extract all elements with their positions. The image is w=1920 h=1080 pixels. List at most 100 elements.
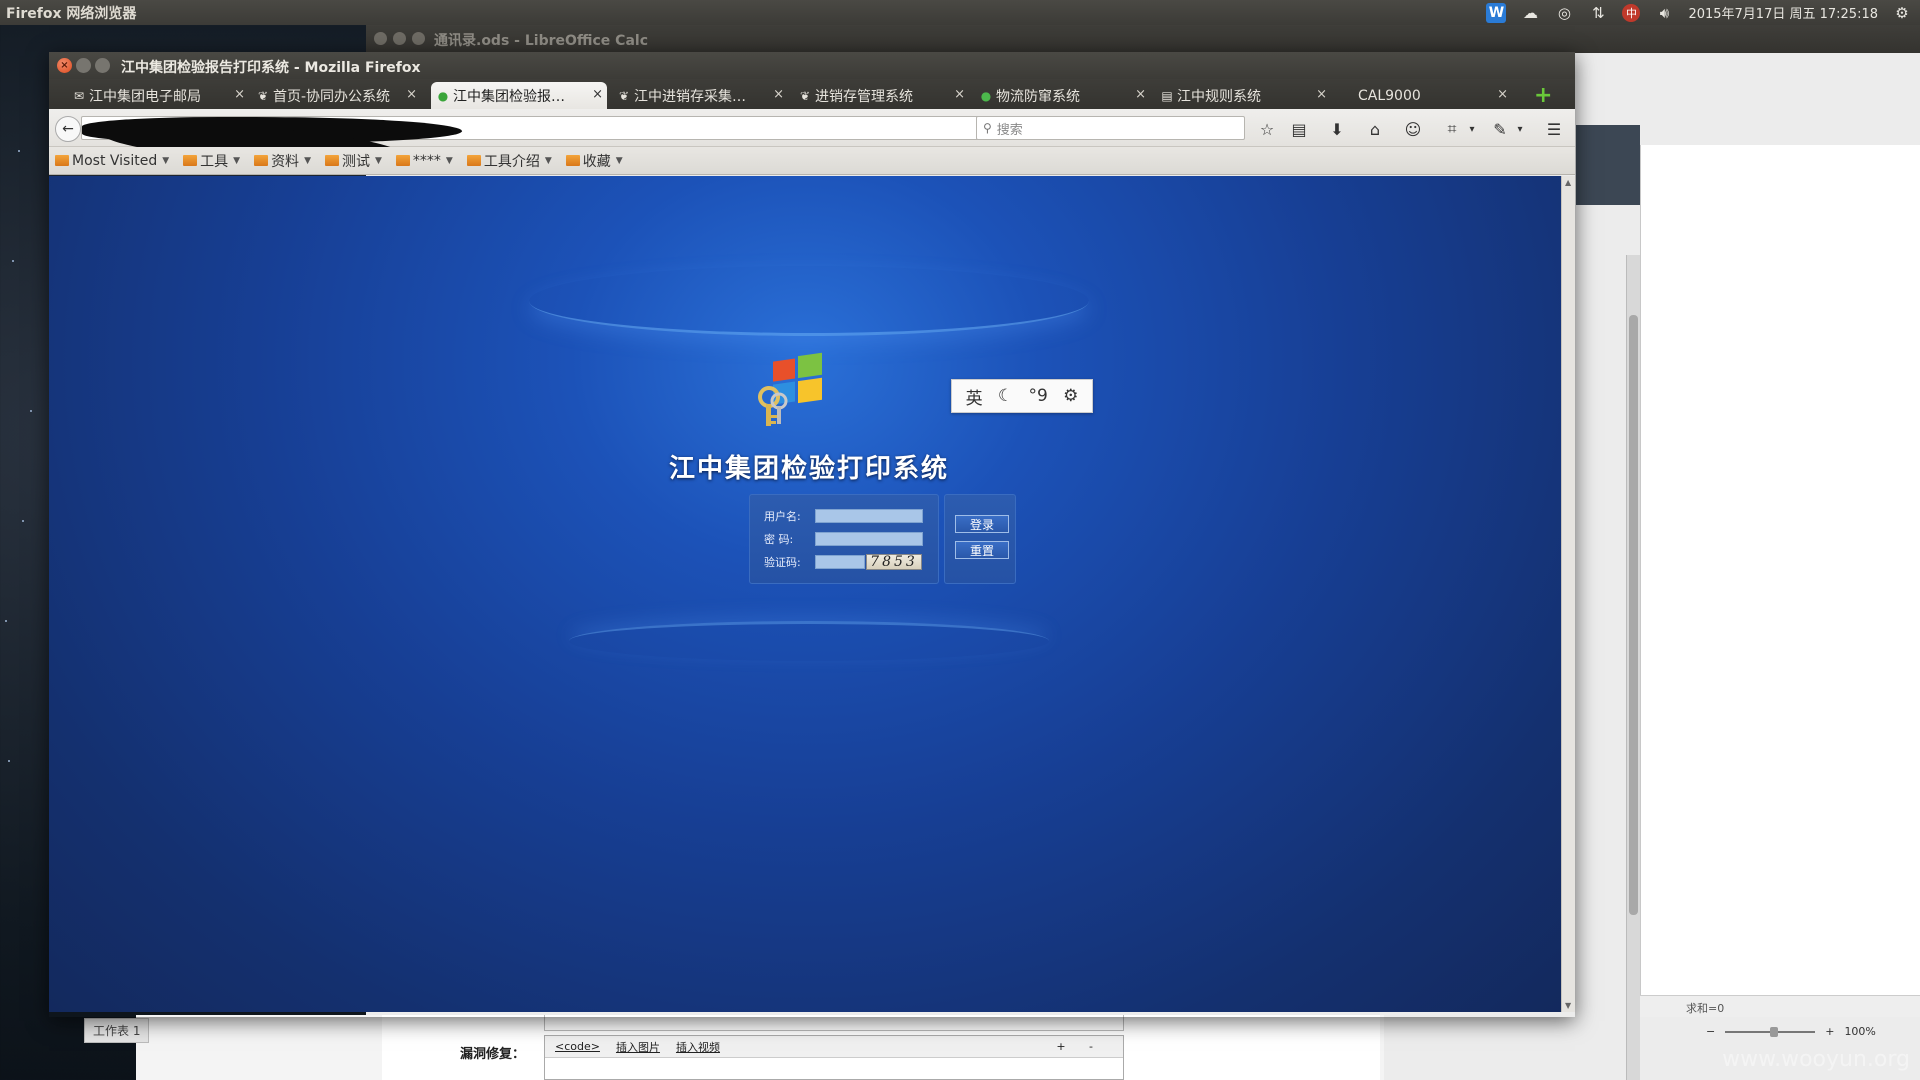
network-icon[interactable]: ☁ xyxy=(1520,3,1540,23)
navigation-toolbar: ▾ ↻ ← ⚲ 搜索 ☆ ▤ ⬇ ⌂ ☺ ⌗ ▾ ✎ ▾ ☰ xyxy=(49,109,1575,172)
desktop-star xyxy=(8,760,10,762)
hamburger-menu-icon[interactable]: ☰ xyxy=(1543,118,1565,140)
scroll-down-icon[interactable]: ▼ xyxy=(1565,1001,1571,1010)
chat-icon[interactable]: ☺ xyxy=(1402,118,1424,140)
zoom-slider[interactable] xyxy=(1725,1026,1816,1037)
scroll-up-icon[interactable]: ▲ xyxy=(1565,178,1571,187)
tab-mail[interactable]: ✉ 江中集团电子邮局 × xyxy=(67,82,249,109)
tab-inspection-report[interactable]: ● 江中集团检验报… × xyxy=(431,82,607,109)
window-title: 江中集团检验报告打印系统 - Mozilla Firefox xyxy=(121,60,421,76)
desktop-star xyxy=(12,260,14,262)
password-input[interactable] xyxy=(815,532,923,546)
lo-minimize-icon[interactable] xyxy=(393,32,406,45)
tab-close-icon[interactable]: × xyxy=(954,87,965,102)
lo-zoom-control[interactable]: − + 100% xyxy=(1706,1025,1876,1038)
tab-inventory-collect[interactable]: ❦ 江中进销存采集… × xyxy=(612,82,788,109)
bookmark-tools[interactable]: 工具 ▼ xyxy=(183,151,240,171)
folder-icon xyxy=(55,155,69,166)
zoom-out-icon[interactable]: − xyxy=(1706,1025,1715,1038)
tab-cal9000[interactable]: CAL9000 × xyxy=(1336,82,1512,109)
search-icon: ⚲ xyxy=(983,121,992,135)
volume-icon[interactable]: 🔊︎ xyxy=(1654,3,1674,23)
ime-mode-toggle[interactable]: 英 xyxy=(966,384,983,409)
search-input[interactable]: ⚲ 搜索 xyxy=(976,116,1245,140)
moon-icon[interactable]: ☾ xyxy=(998,386,1013,406)
desktop-star xyxy=(30,410,32,412)
resize-controls[interactable]: + - xyxy=(1056,1040,1103,1053)
username-input[interactable] xyxy=(815,509,923,523)
tab-inventory-management[interactable]: ❦ 进销存管理系统 × xyxy=(793,82,969,109)
desktop-star xyxy=(5,620,7,622)
tab-close-icon[interactable]: × xyxy=(406,87,417,102)
insert-image-link[interactable]: 插入图片 xyxy=(616,1039,660,1055)
tab-rules[interactable]: ▤ 江中规则系统 × xyxy=(1155,82,1331,109)
tab-close-icon[interactable]: × xyxy=(234,87,245,102)
page-vertical-scrollbar[interactable]: ▲ ▼ xyxy=(1561,176,1575,1012)
firefox-titlebar[interactable]: × 江中集团检验报告打印系统 - Mozilla Firefox xyxy=(49,52,1575,79)
bookmark-testing[interactable]: 测试 ▼ xyxy=(324,151,382,171)
home-icon[interactable]: ⌂ xyxy=(1364,118,1386,140)
bookmark-label: **** xyxy=(412,152,441,169)
wps-icon[interactable]: W xyxy=(1486,2,1507,23)
crop-icon[interactable]: ⌗ xyxy=(1441,118,1463,140)
captcha-image[interactable]: 7853 xyxy=(866,554,922,570)
bookmark-most-visited[interactable]: Most Visited ▼ xyxy=(55,153,169,169)
insert-code-link[interactable]: <code> xyxy=(555,1040,600,1053)
back-button[interactable]: ← xyxy=(55,116,81,142)
tab-close-icon[interactable]: × xyxy=(773,87,784,102)
bookmark-tool-intro[interactable]: 工具介绍 ▼ xyxy=(466,151,552,171)
lo-scroll-thumb[interactable] xyxy=(1629,315,1638,915)
new-tab-button[interactable]: + xyxy=(1534,85,1552,107)
zoom-in-icon[interactable]: + xyxy=(1825,1025,1834,1038)
bookmark-label: 测试 xyxy=(341,153,370,170)
lo-formula-status: 求和=0 xyxy=(1640,995,1920,1017)
tab-oa[interactable]: ❦ 首页-协同办公系统 × xyxy=(251,82,421,109)
tab-label: 江中进销存采集… xyxy=(634,88,746,105)
password-row: 密 码: xyxy=(764,532,820,546)
login-buttons-panel: 登录 重置 xyxy=(944,494,1016,584)
transfer-arrows-icon[interactable]: ⇅ xyxy=(1588,3,1608,23)
lo-maximize-icon[interactable] xyxy=(412,32,425,45)
chrome-icon[interactable]: ◎ xyxy=(1554,3,1574,23)
bookmark-favorites[interactable]: 收藏 ▼ xyxy=(565,151,623,171)
login-button[interactable]: 登录 xyxy=(955,515,1009,533)
ime-icon[interactable]: 中 xyxy=(1622,3,1641,22)
extension-dropdown-icon[interactable]: ▾ xyxy=(1509,118,1531,140)
clock[interactable]: 2015年7月17日 周五 17:25:18 xyxy=(1688,3,1878,22)
tab-close-icon[interactable]: × xyxy=(592,87,603,102)
tab-close-icon[interactable]: × xyxy=(1497,87,1508,102)
lo-vertical-scrollbar[interactable] xyxy=(1626,255,1640,1080)
tab-close-icon[interactable]: × xyxy=(1135,87,1146,102)
fix-editor[interactable]: <code> 插入图片 插入视频 + - xyxy=(544,1035,1124,1080)
window-maximize-icon[interactable] xyxy=(95,58,110,73)
windows-keys-logo-icon xyxy=(758,352,822,426)
download-icon[interactable]: ⬇ xyxy=(1326,118,1348,140)
tab-label: 物流防窜系统 xyxy=(996,88,1080,105)
tab-label: 首页-协同办公系统 xyxy=(273,88,391,105)
tab-close-icon[interactable]: × xyxy=(1316,87,1327,102)
sheet-tab[interactable]: 工作表 1 xyxy=(84,1018,150,1043)
reset-button[interactable]: 重置 xyxy=(955,541,1009,559)
ime-settings-gear-icon[interactable]: ⚙ xyxy=(1063,386,1078,406)
bookmark-label: 工具介绍 xyxy=(483,153,540,170)
bookmark-star-icon[interactable]: ☆ xyxy=(1256,118,1278,140)
description-textarea[interactable] xyxy=(544,1015,1124,1031)
leaf-icon: ❦ xyxy=(257,89,269,103)
extension-icon[interactable]: ✎ xyxy=(1489,118,1511,140)
bookmark-resources[interactable]: 资料 ▼ xyxy=(254,151,311,171)
addon-dropdown-icon[interactable]: ▾ xyxy=(1461,118,1483,140)
lo-sheet-pane[interactable] xyxy=(1640,145,1920,1005)
lo-close-icon[interactable] xyxy=(374,32,387,45)
settings-gear-icon[interactable]: ⚙ xyxy=(1892,3,1912,23)
url-bar[interactable]: ▾ ↻ xyxy=(81,116,1008,172)
captcha-input[interactable] xyxy=(815,555,865,569)
punctuation-icon[interactable]: °9 xyxy=(1028,386,1047,406)
desktop-star xyxy=(22,520,24,522)
insert-video-link[interactable]: 插入视频 xyxy=(676,1039,720,1055)
zoom-slider-knob[interactable] xyxy=(1770,1026,1779,1037)
window-minimize-icon[interactable] xyxy=(76,58,91,73)
window-close-icon[interactable]: × xyxy=(57,58,72,73)
bookmark-hidden[interactable]: **** ▼ xyxy=(395,152,453,169)
reading-list-icon[interactable]: ▤ xyxy=(1288,118,1310,140)
tab-logistics[interactable]: ● 物流防窜系统 × xyxy=(974,82,1150,109)
